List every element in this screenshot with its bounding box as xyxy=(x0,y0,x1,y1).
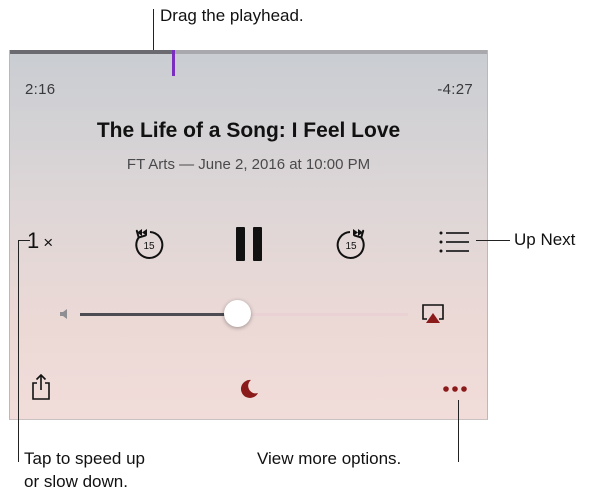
episode-subtitle: FT Arts — June 2, 2016 at 10:00 PM xyxy=(126,156,371,173)
callout-line-up-next xyxy=(476,240,510,241)
airplay-button[interactable] xyxy=(420,302,446,326)
up-next-button[interactable] xyxy=(438,230,470,254)
skip-back-seconds: 15 xyxy=(143,241,155,252)
skip-forward-seconds: 15 xyxy=(345,241,357,252)
callout-playhead: Drag the playhead. xyxy=(160,6,304,25)
skip-forward-15-icon: 15 xyxy=(336,229,365,259)
airplay-icon xyxy=(422,304,444,323)
callout-speed-line1: Tap to speed up xyxy=(24,449,145,468)
sleep-timer-button[interactable] xyxy=(239,378,259,400)
list-icon xyxy=(439,231,469,253)
playback-speed-button[interactable]: 1 × xyxy=(27,228,53,254)
callout-line-more-vertical xyxy=(458,400,459,462)
pause-icon xyxy=(236,227,262,261)
skip-forward-button[interactable]: 15 xyxy=(332,224,372,264)
callout-more-options: View more options. xyxy=(257,449,402,468)
skip-back-15-icon: 15 xyxy=(135,229,164,259)
callout-line-speed-horizontal xyxy=(18,240,30,241)
volume-low-button xyxy=(58,307,72,321)
share-icon xyxy=(32,373,50,400)
progress-fill xyxy=(10,50,173,54)
volume-slider-knob[interactable] xyxy=(224,300,251,327)
more-options-button[interactable] xyxy=(442,382,468,394)
playhead[interactable] xyxy=(172,50,175,76)
callout-up-next: Up Next xyxy=(514,230,576,249)
moon-icon xyxy=(240,379,258,398)
share-button[interactable] xyxy=(31,373,51,401)
now-playing-panel: 2:16 -4:27 The Life of a Song: I Feel Lo… xyxy=(9,50,488,420)
speaker-low-icon xyxy=(60,309,67,319)
elapsed-time: 2:16 xyxy=(25,81,56,98)
ellipsis-icon xyxy=(443,386,467,392)
remaining-time: -4:27 xyxy=(437,81,473,98)
callout-line-speed-vertical xyxy=(18,240,19,462)
callout-speed-line2: or slow down. xyxy=(24,472,128,491)
progress-track[interactable] xyxy=(10,50,487,54)
pause-button[interactable] xyxy=(231,226,267,262)
episode-title: The Life of a Song: I Feel Love xyxy=(96,119,401,142)
skip-back-button[interactable]: 15 xyxy=(128,224,168,264)
speed-unit: × xyxy=(43,233,54,252)
volume-slider-fill xyxy=(80,313,237,316)
